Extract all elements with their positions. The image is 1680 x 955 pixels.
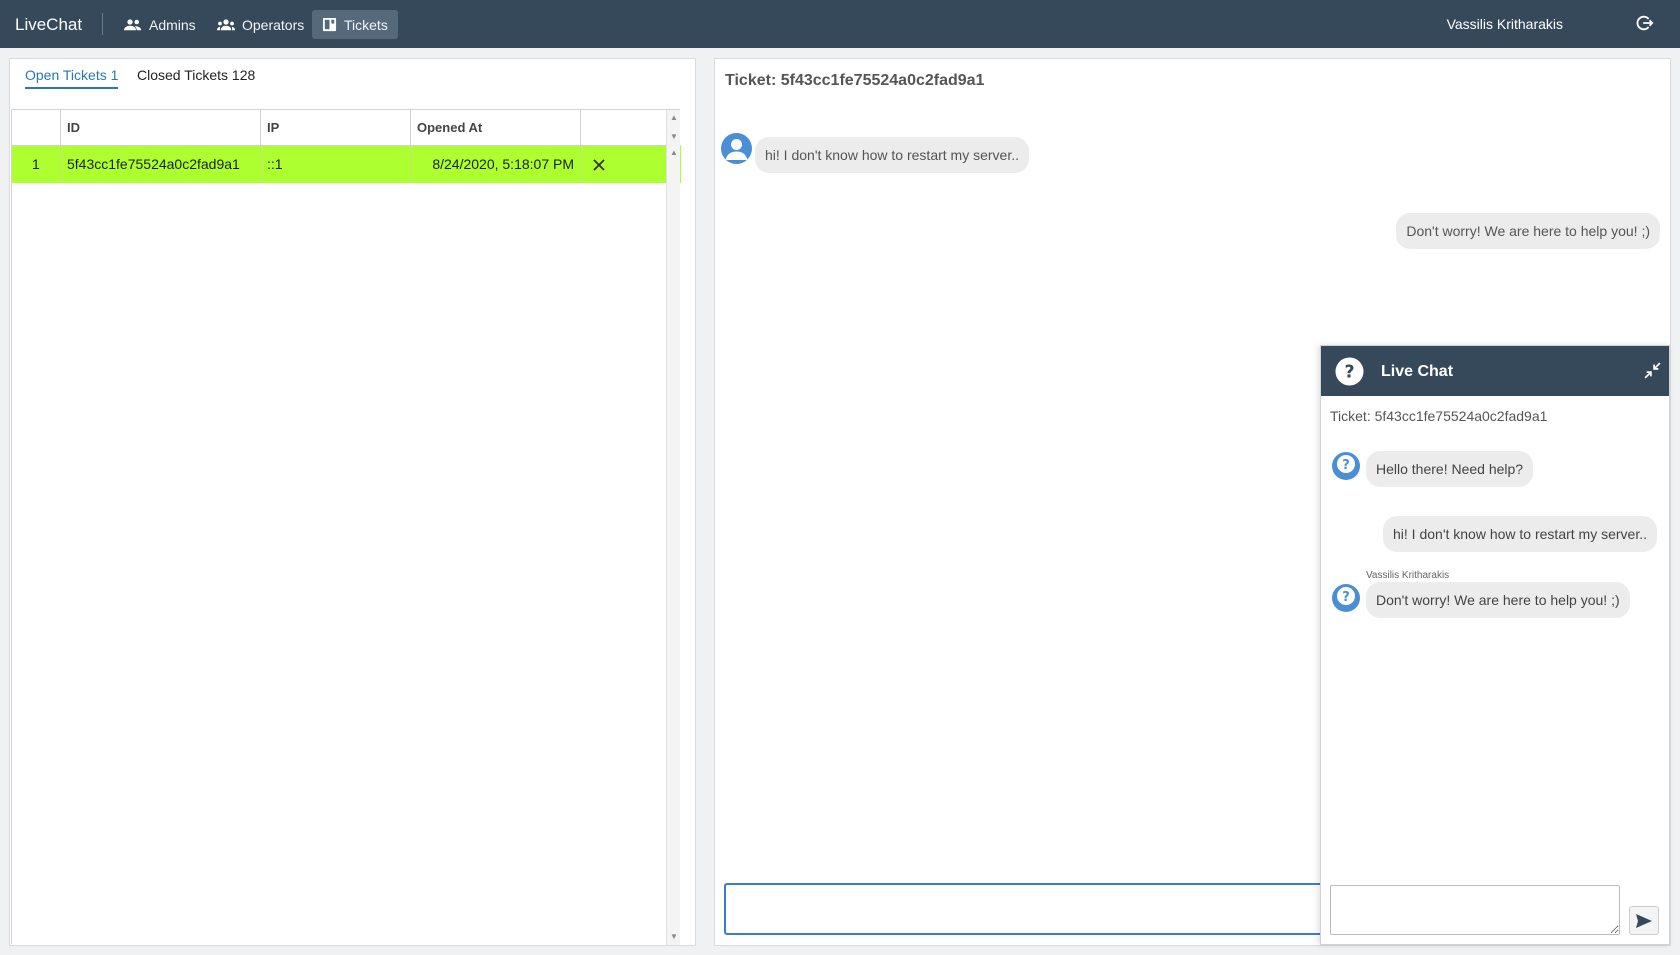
message-bubble: hi! I don't know how to restart my serve… [755, 137, 1029, 173]
live-chat-widget: ? Live Chat Ticket: 5f43cc1fe75524a0c2fa… [1320, 345, 1670, 945]
user-icon [725, 139, 748, 160]
nav-operators-label: Operators [242, 16, 305, 33]
top-navbar: LiveChat Admins Operators Tickets Vassil… [0, 0, 1680, 48]
widget-title: Live Chat [1381, 363, 1454, 380]
tickets-grid: ID IP Opened At 1 5f43cc1fe75524a0c2fad9… [11, 109, 681, 945]
column-header-ip[interactable]: IP [261, 110, 411, 145]
logout-icon[interactable] [1636, 14, 1654, 37]
help-icon: ? [1335, 357, 1364, 391]
conversation-title: Ticket: 5f43cc1fe75524a0c2fad9a1 [725, 72, 985, 89]
svg-text:?: ? [1342, 458, 1350, 473]
widget-header: ? Live Chat [1321, 346, 1669, 396]
row-ip: ::1 [261, 146, 411, 183]
nav-tickets[interactable]: Tickets [312, 10, 398, 39]
group-icon [217, 18, 235, 30]
column-header-actions [581, 110, 667, 145]
scroll-up-icon[interactable]: ▲ [670, 113, 678, 122]
column-header-opened-at[interactable]: Opened At [411, 110, 581, 145]
visitor-avatar [721, 133, 752, 164]
send-button[interactable] [1629, 906, 1659, 935]
help-icon: ? [1331, 451, 1361, 481]
help-icon: ? [1331, 583, 1361, 613]
grid-header: ID IP Opened At [12, 110, 681, 146]
nav-divider [102, 13, 103, 35]
scroll-down-icon[interactable]: ▼ [670, 932, 678, 941]
ticket-icon [322, 17, 337, 32]
tab-closed-tickets[interactable]: Closed Tickets 128 [137, 67, 255, 87]
app-brand[interactable]: LiveChat [15, 15, 82, 35]
widget-ticket-id: Ticket: 5f43cc1fe75524a0c2fad9a1 [1330, 408, 1548, 424]
message-bubble: Don't worry! We are here to help you! ;) [1396, 213, 1660, 249]
row-opened-at: 8/24/2020, 5:18:07 PM [411, 146, 581, 183]
table-row[interactable]: 1 5f43cc1fe75524a0c2fad9a1 ::1 8/24/2020… [12, 146, 681, 183]
widget-message-input[interactable] [1330, 885, 1620, 935]
svg-text:?: ? [1342, 590, 1350, 605]
message-bubble: Don't worry! We are here to help you! ;) [1366, 582, 1630, 618]
tickets-panel: Open Tickets 1 Closed Tickets 128 ID IP … [9, 58, 696, 946]
tab-open-tickets[interactable]: Open Tickets 1 [25, 67, 119, 89]
close-ticket-button[interactable] [581, 146, 667, 183]
column-header-id[interactable]: ID [61, 110, 261, 145]
row-ticket-id: 5f43cc1fe75524a0c2fad9a1 [61, 146, 261, 183]
user-name[interactable]: Vassilis Kritharakis [1447, 16, 1563, 32]
nav-tickets-label: Tickets [344, 16, 388, 33]
column-header-index[interactable] [12, 110, 61, 145]
message-bubble: hi! I don't know how to restart my serve… [1383, 516, 1657, 552]
nav-operators[interactable]: Operators [207, 10, 314, 39]
people-icon [124, 18, 142, 30]
scroll-up-icon[interactable]: ▲ [670, 148, 678, 157]
grid-scrollbar[interactable]: ▲ ▼ ▲ ▼ [666, 110, 680, 945]
message-bubble: Hello there! Need help? [1366, 451, 1534, 487]
svg-text:?: ? [1344, 362, 1354, 382]
row-index: 1 [12, 146, 61, 183]
minimize-icon[interactable] [1644, 362, 1661, 384]
message-sender: Vassilis Kritharakis [1366, 570, 1450, 581]
nav-admins-label: Admins [149, 16, 196, 33]
scroll-down-icon[interactable]: ▼ [670, 132, 678, 141]
close-icon [593, 159, 605, 171]
nav-admins[interactable]: Admins [114, 10, 206, 39]
send-icon [1636, 913, 1652, 928]
